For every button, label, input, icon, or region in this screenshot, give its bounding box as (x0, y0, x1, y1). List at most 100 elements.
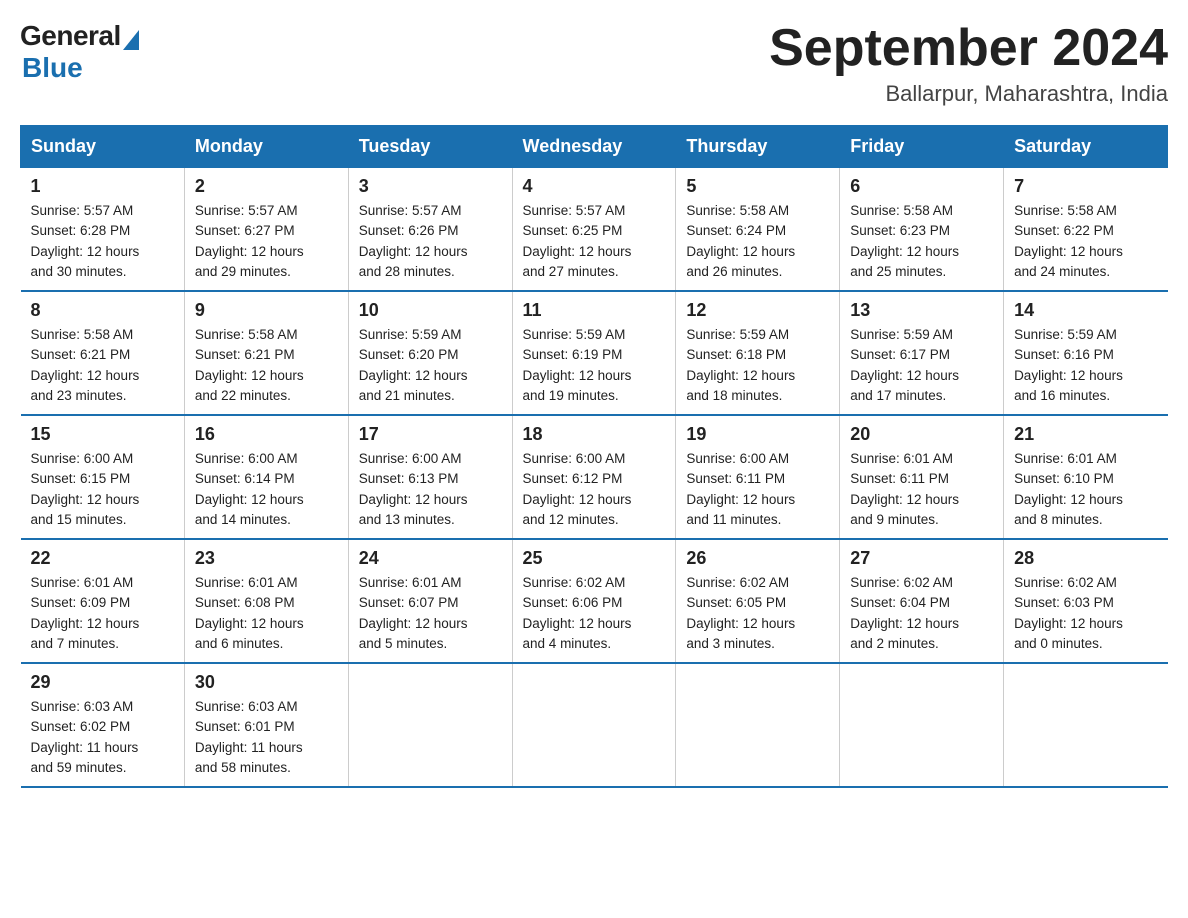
logo-blue-text: Blue (22, 52, 83, 84)
header: General Blue September 2024 Ballarpur, M… (20, 20, 1168, 107)
day-info: Sunrise: 5:58 AMSunset: 6:21 PMDaylight:… (31, 325, 174, 406)
calendar-cell: 7 Sunrise: 5:58 AMSunset: 6:22 PMDaylight… (1004, 168, 1168, 292)
calendar-cell: 6 Sunrise: 5:58 AMSunset: 6:23 PMDaylight… (840, 168, 1004, 292)
day-number: 7 (1014, 176, 1157, 197)
day-info: Sunrise: 6:02 AMSunset: 6:05 PMDaylight:… (686, 573, 829, 654)
calendar-cell: 1Sunrise: 5:57 AMSunset: 6:28 PMDaylight… (21, 168, 185, 292)
calendar-cell (840, 663, 1004, 787)
day-number: 24 (359, 548, 502, 569)
calendar-table: SundayMondayTuesdayWednesdayThursdayFrid… (20, 125, 1168, 788)
week-row-3: 15 Sunrise: 6:00 AMSunset: 6:15 PMDayligh… (21, 415, 1168, 539)
logo: General Blue (20, 20, 141, 84)
weekday-header-thursday: Thursday (676, 126, 840, 168)
calendar-cell: 17Sunrise: 6:00 AMSunset: 6:13 PMDayligh… (348, 415, 512, 539)
day-number: 21 (1014, 424, 1157, 445)
day-info: Sunrise: 5:58 AMSunset: 6:22 PMDaylight:… (1014, 201, 1157, 282)
day-number: 10 (359, 300, 502, 321)
day-info: Sunrise: 6:03 AMSunset: 6:01 PMDaylight:… (195, 697, 338, 778)
location-subtitle: Ballarpur, Maharashtra, India (769, 81, 1168, 107)
calendar-cell: 29 Sunrise: 6:03 AMSunset: 6:02 PMDayligh… (21, 663, 185, 787)
day-number: 12 (686, 300, 829, 321)
day-number: 6 (850, 176, 993, 197)
calendar-cell: 18 Sunrise: 6:00 AMSunset: 6:12 PMDayligh… (512, 415, 676, 539)
day-number: 27 (850, 548, 993, 569)
day-number: 11 (523, 300, 666, 321)
day-number: 20 (850, 424, 993, 445)
calendar-cell: 16 Sunrise: 6:00 AMSunset: 6:14 PMDayligh… (184, 415, 348, 539)
day-number: 15 (31, 424, 174, 445)
calendar-cell: 23 Sunrise: 6:01 AMSunset: 6:08 PMDayligh… (184, 539, 348, 663)
day-info: Sunrise: 6:00 AMSunset: 6:15 PMDaylight:… (31, 449, 174, 530)
day-number: 5 (686, 176, 829, 197)
calendar-cell: 10 Sunrise: 5:59 AMSunset: 6:20 PMDayligh… (348, 291, 512, 415)
day-info: Sunrise: 5:59 AMSunset: 6:20 PMDaylight:… (359, 325, 502, 406)
logo-triangle-icon (123, 30, 139, 50)
calendar-cell: 5 Sunrise: 5:58 AMSunset: 6:24 PMDaylight… (676, 168, 840, 292)
calendar-cell: 12Sunrise: 5:59 AMSunset: 6:18 PMDayligh… (676, 291, 840, 415)
week-row-4: 22 Sunrise: 6:01 AMSunset: 6:09 PMDayligh… (21, 539, 1168, 663)
day-number: 1 (31, 176, 174, 197)
calendar-cell: 25Sunrise: 6:02 AMSunset: 6:06 PMDayligh… (512, 539, 676, 663)
calendar-cell: 30 Sunrise: 6:03 AMSunset: 6:01 PMDayligh… (184, 663, 348, 787)
day-number: 22 (31, 548, 174, 569)
week-row-1: 1Sunrise: 5:57 AMSunset: 6:28 PMDaylight… (21, 168, 1168, 292)
calendar-cell: 28Sunrise: 6:02 AMSunset: 6:03 PMDayligh… (1004, 539, 1168, 663)
day-info: Sunrise: 6:02 AMSunset: 6:04 PMDaylight:… (850, 573, 993, 654)
calendar-cell: 24Sunrise: 6:01 AMSunset: 6:07 PMDayligh… (348, 539, 512, 663)
calendar-cell: 14 Sunrise: 5:59 AMSunset: 6:16 PMDayligh… (1004, 291, 1168, 415)
day-info: Sunrise: 6:02 AMSunset: 6:03 PMDaylight:… (1014, 573, 1157, 654)
logo-general-text: General (20, 20, 121, 52)
weekday-header-friday: Friday (840, 126, 1004, 168)
calendar-cell: 13Sunrise: 5:59 AMSunset: 6:17 PMDayligh… (840, 291, 1004, 415)
day-info: Sunrise: 6:00 AMSunset: 6:12 PMDaylight:… (523, 449, 666, 530)
day-number: 18 (523, 424, 666, 445)
day-info: Sunrise: 6:00 AMSunset: 6:11 PMDaylight:… (686, 449, 829, 530)
calendar-cell (348, 663, 512, 787)
day-info: Sunrise: 6:01 AMSunset: 6:08 PMDaylight:… (195, 573, 338, 654)
day-info: Sunrise: 6:01 AMSunset: 6:11 PMDaylight:… (850, 449, 993, 530)
day-number: 13 (850, 300, 993, 321)
day-number: 17 (359, 424, 502, 445)
calendar-cell: 21 Sunrise: 6:01 AMSunset: 6:10 PMDayligh… (1004, 415, 1168, 539)
weekday-header-row: SundayMondayTuesdayWednesdayThursdayFrid… (21, 126, 1168, 168)
day-number: 23 (195, 548, 338, 569)
day-info: Sunrise: 5:57 AMSunset: 6:25 PMDaylight:… (523, 201, 666, 282)
calendar-cell (676, 663, 840, 787)
day-number: 4 (523, 176, 666, 197)
calendar-cell: 20 Sunrise: 6:01 AMSunset: 6:11 PMDayligh… (840, 415, 1004, 539)
week-row-5: 29 Sunrise: 6:03 AMSunset: 6:02 PMDayligh… (21, 663, 1168, 787)
day-number: 26 (686, 548, 829, 569)
day-info: Sunrise: 5:58 AMSunset: 6:23 PMDaylight:… (850, 201, 993, 282)
day-info: Sunrise: 5:57 AMSunset: 6:27 PMDaylight:… (195, 201, 338, 282)
weekday-header-saturday: Saturday (1004, 126, 1168, 168)
day-info: Sunrise: 5:59 AMSunset: 6:16 PMDaylight:… (1014, 325, 1157, 406)
day-number: 3 (359, 176, 502, 197)
day-info: Sunrise: 6:03 AMSunset: 6:02 PMDaylight:… (31, 697, 174, 778)
calendar-cell: 19 Sunrise: 6:00 AMSunset: 6:11 PMDayligh… (676, 415, 840, 539)
calendar-cell: 2Sunrise: 5:57 AMSunset: 6:27 PMDaylight… (184, 168, 348, 292)
calendar-cell: 4 Sunrise: 5:57 AMSunset: 6:25 PMDaylight… (512, 168, 676, 292)
weekday-header-wednesday: Wednesday (512, 126, 676, 168)
calendar-cell: 27 Sunrise: 6:02 AMSunset: 6:04 PMDayligh… (840, 539, 1004, 663)
day-number: 16 (195, 424, 338, 445)
day-number: 30 (195, 672, 338, 693)
title-area: September 2024 Ballarpur, Maharashtra, I… (769, 20, 1168, 107)
day-number: 25 (523, 548, 666, 569)
calendar-cell: 8 Sunrise: 5:58 AMSunset: 6:21 PMDaylight… (21, 291, 185, 415)
calendar-cell: 22 Sunrise: 6:01 AMSunset: 6:09 PMDayligh… (21, 539, 185, 663)
day-number: 14 (1014, 300, 1157, 321)
day-number: 19 (686, 424, 829, 445)
day-number: 29 (31, 672, 174, 693)
calendar-cell: 15 Sunrise: 6:00 AMSunset: 6:15 PMDayligh… (21, 415, 185, 539)
month-title: September 2024 (769, 20, 1168, 77)
day-info: Sunrise: 5:58 AMSunset: 6:24 PMDaylight:… (686, 201, 829, 282)
day-info: Sunrise: 5:57 AMSunset: 6:26 PMDaylight:… (359, 201, 502, 282)
weekday-header-monday: Monday (184, 126, 348, 168)
day-info: Sunrise: 6:01 AMSunset: 6:10 PMDaylight:… (1014, 449, 1157, 530)
day-info: Sunrise: 6:01 AMSunset: 6:09 PMDaylight:… (31, 573, 174, 654)
calendar-cell: 26 Sunrise: 6:02 AMSunset: 6:05 PMDayligh… (676, 539, 840, 663)
day-number: 9 (195, 300, 338, 321)
day-info: Sunrise: 6:00 AMSunset: 6:14 PMDaylight:… (195, 449, 338, 530)
day-number: 8 (31, 300, 174, 321)
calendar-cell (1004, 663, 1168, 787)
